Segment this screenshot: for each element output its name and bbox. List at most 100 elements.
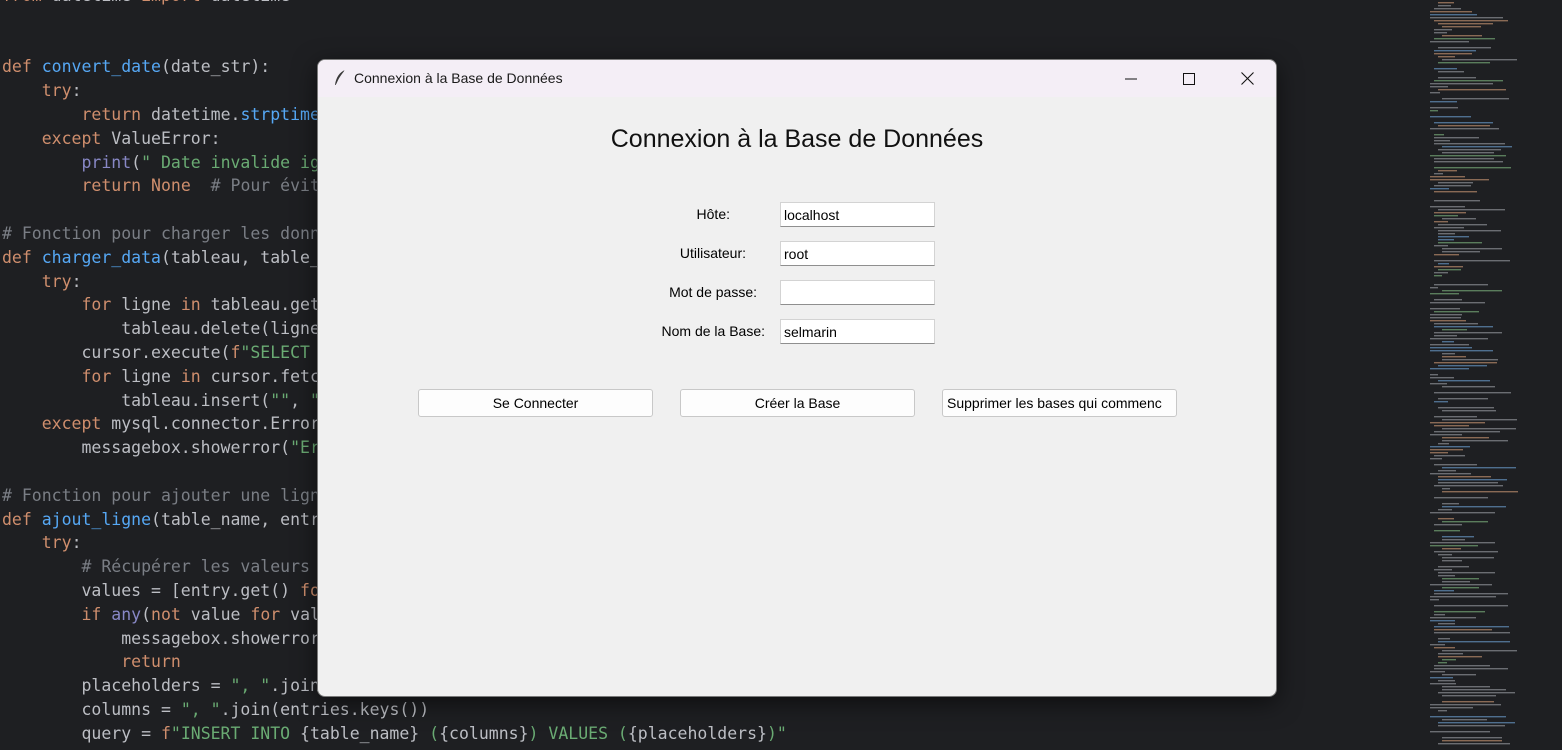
minimap-line xyxy=(1442,419,1517,421)
minimap-line xyxy=(1442,146,1512,148)
close-button[interactable] xyxy=(1218,60,1276,97)
minimap-line xyxy=(1438,725,1505,727)
minimap-line xyxy=(1434,80,1503,82)
code-token: .join(entries.keys()) xyxy=(220,700,430,719)
code-token: columns = xyxy=(2,700,181,719)
code-token: {placeholders} xyxy=(627,723,767,743)
minimap-line xyxy=(1442,659,1456,661)
minimap-line xyxy=(1438,125,1490,127)
minimap-line xyxy=(1438,242,1482,244)
window-title: Connexion à la Base de Données xyxy=(354,70,563,86)
code-token: messagebox.showerror( xyxy=(2,628,330,648)
minimap-line xyxy=(1438,47,1491,49)
code-token: tableau.delete(ligne) xyxy=(2,319,330,339)
minimap-line xyxy=(1442,737,1502,739)
minimap-line xyxy=(1430,308,1460,310)
minimap-line xyxy=(1434,611,1485,613)
code-token: datetime xyxy=(211,0,290,5)
code-token: convert_date xyxy=(41,57,161,77)
editor-minimap[interactable] xyxy=(1428,0,1562,750)
minimize-button[interactable] xyxy=(1102,60,1160,97)
code-token: : xyxy=(71,533,82,553)
minimap-line xyxy=(1438,149,1501,151)
minimap-line xyxy=(1442,695,1496,697)
code-token: mysql.connector.Error xyxy=(111,414,330,434)
minimap-line xyxy=(1442,503,1459,505)
minimap-line xyxy=(1438,170,1457,172)
create-database-button[interactable]: Créer la Base xyxy=(680,389,915,417)
code-token: in xyxy=(180,295,211,315)
code-token: cursor.fetch xyxy=(210,366,330,386)
minimap-line xyxy=(1442,521,1488,523)
minimap-line xyxy=(1430,368,1469,370)
minimap-line xyxy=(1438,482,1498,484)
maximize-button[interactable] xyxy=(1160,60,1218,97)
code-token: ", " xyxy=(180,700,221,719)
minimap-line xyxy=(1438,209,1505,211)
code-token: try xyxy=(41,81,72,101)
minimap-line xyxy=(1438,62,1490,64)
code-token: "" xyxy=(270,390,291,410)
code-token: (table_name, entri xyxy=(151,509,330,529)
connect-button[interactable]: Se Connecter xyxy=(418,389,653,417)
code-line: except mysql.connector.Error xyxy=(2,414,330,434)
minimap-line xyxy=(1434,665,1490,667)
minimap-line xyxy=(1438,722,1515,724)
code-line: messagebox.showerror("Err xyxy=(2,438,329,458)
close-icon xyxy=(1240,72,1254,85)
minimap-line xyxy=(1438,398,1488,400)
minimap-line xyxy=(1442,59,1517,61)
code-line: for ligne in cursor.fetch xyxy=(2,366,330,387)
code-token: def xyxy=(2,57,42,77)
code-token: except xyxy=(41,128,112,148)
minimap-line xyxy=(1434,530,1460,532)
minimap-line xyxy=(1434,590,1454,592)
minimap-line xyxy=(1434,137,1479,139)
code-token: messagebox.showerror( xyxy=(2,438,291,458)
minimap-line xyxy=(1442,491,1518,493)
minimap-line xyxy=(1434,272,1448,274)
code-line: try: xyxy=(2,81,82,101)
minimap-line xyxy=(1434,191,1477,193)
code-line: # Fonction pour ajouter une ligne xyxy=(2,486,330,506)
minimap-line xyxy=(1434,143,1505,145)
minimap-line xyxy=(1434,605,1508,607)
minimap-line xyxy=(1434,332,1502,334)
code-token: # Fonction pour ajouter une ligne xyxy=(2,485,330,505)
code-token: (date_str): xyxy=(160,57,271,77)
code-line: # Fonction pour charger les donné xyxy=(2,224,330,244)
connection-dialog: Connexion à la Base de Données Connexion… xyxy=(317,59,1277,697)
minimap-line xyxy=(1430,116,1471,118)
minimap-line xyxy=(1442,686,1490,688)
minimap-line xyxy=(1442,557,1494,559)
code-token: ajout_ligne xyxy=(41,509,152,529)
minimap-line xyxy=(1438,572,1495,574)
minimap-line xyxy=(1434,53,1472,55)
minimap-line xyxy=(1430,434,1462,436)
code-line: tableau.delete(ligne) xyxy=(2,319,330,339)
code-token: print xyxy=(81,152,132,172)
title-bar[interactable]: Connexion à la Base de Données xyxy=(318,60,1276,97)
minimap-line xyxy=(1430,101,1457,103)
user-input[interactable] xyxy=(780,241,935,266)
minimap-line xyxy=(1434,323,1478,325)
code-line: return datetime.strptime( xyxy=(2,105,329,125)
code-token: strptime xyxy=(240,105,320,124)
code-line: for ligne in tableau.get_ xyxy=(2,295,329,315)
code-token: ) VALUES ( xyxy=(528,723,628,743)
code-line: columns = ", ".join(entries.keys()) xyxy=(2,700,429,720)
delete-databases-button[interactable]: Supprimer les bases qui commenc xyxy=(942,389,1177,417)
minimap-line xyxy=(1442,35,1482,37)
minimap-line xyxy=(1438,743,1510,745)
minimap-line xyxy=(1430,707,1473,709)
code-line: messagebox.showerror( xyxy=(2,629,330,649)
code-line: # Récupérer les valeurs d xyxy=(2,557,329,577)
code-token: cursor.execute( xyxy=(2,343,231,362)
minimap-line xyxy=(1442,548,1461,550)
minimap-line xyxy=(1430,206,1465,208)
database-name-input[interactable] xyxy=(780,319,935,344)
code-line: print(" Date invalide ign xyxy=(2,152,329,173)
minimap-line xyxy=(1430,542,1495,544)
password-input[interactable] xyxy=(780,280,935,305)
host-input[interactable] xyxy=(780,202,935,227)
